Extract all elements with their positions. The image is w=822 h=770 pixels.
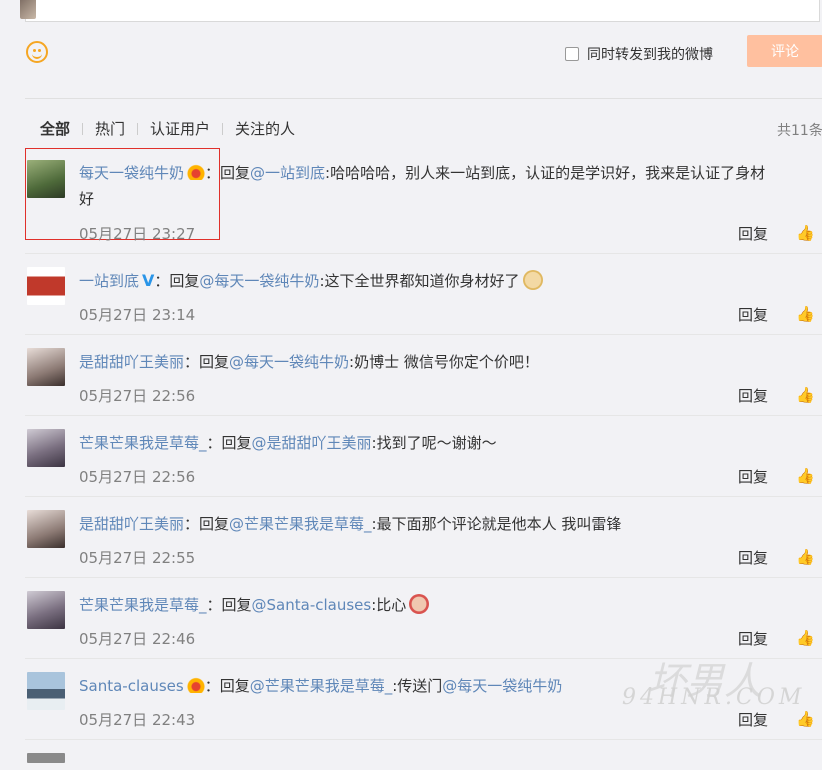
reply-prefix: ：回复 — [205, 164, 251, 182]
comment-text: :哈哈哈哈，别人来一站到底，认证的是学识好，我来是认证了身材 — [325, 164, 766, 182]
comment-text: :奶博士 微信号你定个价吧！ — [349, 353, 539, 371]
comment-input[interactable] — [20, 0, 820, 22]
comment-row: 芒果芒果我是草莓_：回复@Santa-clauses:比心 05月27日 22:… — [25, 578, 822, 659]
heart-hands-emoji-icon — [409, 594, 430, 614]
comment-username[interactable]: 芒果芒果我是草莓_ — [79, 434, 207, 452]
like-icon[interactable]: 👍 — [796, 305, 815, 323]
forward-label: 同时转发到我的微博 — [587, 47, 713, 63]
like-icon[interactable]: 👍 — [796, 224, 815, 242]
avatar[interactable] — [27, 510, 65, 548]
reply-prefix: ：回复 — [154, 272, 200, 290]
avatar[interactable] — [27, 429, 65, 467]
comment-count: 共11条 — [777, 123, 822, 139]
comment-row: 是甜甜吖王美丽：回复@每天一袋纯牛奶:奶博士 微信号你定个价吧！ 05月27日 … — [25, 335, 822, 416]
comment-row: 是甜甜吖王美丽：回复@芒果芒果我是草莓_:最下面那个评论就是他本人 我叫雷锋 0… — [25, 497, 822, 578]
verified-v-icon: V — [142, 271, 155, 290]
comment-row: 一站到底 V：回复@每天一袋纯牛奶:这下全世界都知道你身材好了 05月27日 23… — [25, 254, 822, 335]
avatar[interactable] — [27, 348, 65, 386]
comment-body: 是甜甜吖王美丽：回复@芒果芒果我是草莓_:最下面那个评论就是他本人 我叫雷锋 — [79, 511, 819, 537]
comment-body: 是甜甜吖王美丽：回复@每天一袋纯牛奶:奶博士 微信号你定个价吧！ — [79, 349, 819, 375]
tab-following[interactable]: 关注的人 — [235, 118, 295, 139]
mention-link[interactable]: @每天一袋纯牛奶 — [442, 677, 562, 695]
comment-row: 每天一袋纯牛奶 ：回复@一站到底:哈哈哈哈，别人来一站到底，认证的是学识好，我来是… — [25, 148, 822, 254]
like-icon[interactable]: 👍 — [796, 548, 815, 566]
reply-prefix: ：回复 — [184, 353, 230, 371]
watermark-text: 94HNR.COM — [622, 685, 806, 710]
comment-body: 每天一袋纯牛奶 ：回复@一站到底:哈哈哈哈，别人来一站到底，认证的是学识好，我来是… — [79, 160, 819, 212]
comment-text: :传送门 — [392, 677, 443, 695]
reply-prefix: ：回复 — [206, 596, 252, 614]
reply-button[interactable]: 回复 — [738, 709, 768, 730]
comment-time: 05月27日 22:56 — [79, 468, 196, 486]
comment-time: 05月27日 22:56 — [79, 387, 196, 405]
avatar[interactable] — [27, 267, 65, 305]
like-icon[interactable]: 👍 — [796, 467, 815, 485]
comment-username[interactable]: 每天一袋纯牛奶 — [79, 164, 184, 182]
emoji-picker-icon[interactable] — [26, 41, 48, 63]
reply-prefix: ：回复 — [206, 434, 252, 452]
submit-comment-button[interactable]: 评论 — [747, 35, 822, 67]
comment-text-cont: 好 — [79, 190, 95, 208]
comment-username[interactable]: 一站到底 — [79, 272, 139, 290]
comment-username[interactable]: 芒果芒果我是草莓_ — [79, 596, 207, 614]
mention-link[interactable]: @一站到底 — [250, 164, 325, 182]
comment-filter-tabs: 全部 热门 认证用户 关注的人 — [40, 118, 295, 139]
avatar[interactable] — [27, 753, 65, 763]
mention-link[interactable]: @芒果芒果我是草莓_ — [229, 515, 372, 533]
reply-button[interactable]: 回复 — [738, 223, 768, 244]
comment-time: 05月27日 23:14 — [79, 306, 196, 324]
mention-link[interactable]: @Santa-clauses — [252, 596, 372, 614]
comment-time: 05月27日 22:43 — [79, 711, 196, 729]
comment-body: 芒果芒果我是草莓_：回复@是甜甜吖王美丽:找到了呢～谢谢～ — [79, 430, 819, 456]
avatar[interactable] — [27, 591, 65, 629]
comment-row — [25, 740, 822, 770]
avatar[interactable] — [27, 160, 65, 198]
comment-text: :这下全世界都知道你身材好了 — [319, 272, 520, 290]
comment-text: :找到了呢～谢谢～ — [371, 434, 497, 452]
like-icon[interactable]: 👍 — [796, 386, 815, 404]
tab-all[interactable]: 全部 — [40, 118, 70, 139]
like-icon[interactable]: 👍 — [796, 710, 815, 728]
reply-button[interactable]: 回复 — [738, 547, 768, 568]
doge-emoji-icon — [522, 270, 543, 290]
avatar[interactable] — [27, 672, 65, 710]
reply-prefix: ：回复 — [184, 515, 230, 533]
crown-badge-icon — [187, 164, 206, 180]
comment-text: :比心 — [371, 596, 407, 614]
comment-username[interactable]: Santa-clauses — [79, 677, 184, 695]
like-icon[interactable]: 👍 — [796, 629, 815, 647]
reply-button[interactable]: 回复 — [738, 628, 768, 649]
reply-button[interactable]: 回复 — [738, 304, 768, 325]
tab-verified[interactable]: 认证用户 — [150, 118, 210, 139]
divider — [25, 98, 822, 99]
reply-button[interactable]: 回复 — [738, 466, 768, 487]
mention-link[interactable]: @每天一袋纯牛奶 — [199, 272, 319, 290]
forward-option[interactable]: 同时转发到我的微博 — [565, 44, 713, 64]
reply-prefix: ：回复 — [204, 677, 250, 695]
tab-hot[interactable]: 热门 — [95, 118, 125, 139]
crown-badge-icon — [186, 677, 205, 693]
comment-username[interactable]: 是甜甜吖王美丽 — [79, 353, 184, 371]
comment-time: 05月27日 23:27 — [79, 225, 196, 243]
comment-row: 芒果芒果我是草莓_：回复@是甜甜吖王美丽:找到了呢～谢谢～ 05月27日 22:… — [25, 416, 822, 497]
mention-link[interactable]: @是甜甜吖王美丽 — [252, 434, 372, 452]
mention-link[interactable]: @芒果芒果我是草莓_ — [250, 677, 393, 695]
comment-body: 一站到底 V：回复@每天一袋纯牛奶:这下全世界都知道你身材好了 — [79, 268, 819, 294]
comment-text: :最下面那个评论就是他本人 我叫雷锋 — [371, 515, 622, 533]
comment-time: 05月27日 22:46 — [79, 630, 196, 648]
reply-button[interactable]: 回复 — [738, 385, 768, 406]
comment-body: 芒果芒果我是草莓_：回复@Santa-clauses:比心 — [79, 592, 819, 618]
comment-username[interactable]: 是甜甜吖王美丽 — [79, 515, 184, 533]
comment-time: 05月27日 22:55 — [79, 549, 196, 567]
forward-checkbox[interactable] — [565, 47, 579, 61]
avatar — [20, 0, 36, 19]
mention-link[interactable]: @每天一袋纯牛奶 — [229, 353, 349, 371]
